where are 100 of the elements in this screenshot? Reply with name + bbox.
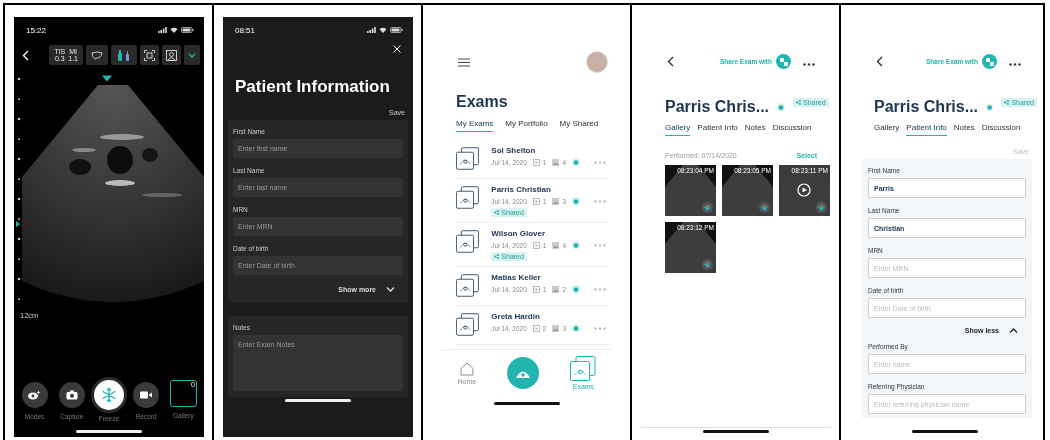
tab[interactable]: My Portfolio bbox=[505, 117, 548, 132]
more-icon bbox=[594, 288, 606, 291]
share-icon bbox=[796, 100, 802, 105]
exam-icon bbox=[456, 273, 480, 298]
status-icon bbox=[572, 197, 580, 205]
more-icon bbox=[594, 200, 606, 203]
tab[interactable]: Notes bbox=[744, 121, 766, 136]
status-icon bbox=[986, 103, 994, 111]
freeze-button[interactable] bbox=[93, 380, 124, 410]
probe-badge-icon bbox=[702, 202, 713, 213]
close-button[interactable] bbox=[391, 43, 403, 55]
image-icon bbox=[552, 158, 560, 166]
menu-button[interactable] bbox=[456, 55, 472, 69]
people-icon bbox=[985, 57, 994, 66]
more-icon bbox=[594, 327, 606, 330]
video-camera-icon bbox=[140, 391, 153, 399]
share-icon bbox=[494, 210, 500, 215]
house-icon bbox=[459, 361, 474, 376]
camera-icon bbox=[65, 390, 78, 400]
status-icon bbox=[572, 158, 580, 166]
status-icon bbox=[572, 241, 580, 249]
person-icon bbox=[166, 49, 177, 61]
share-icon bbox=[494, 254, 500, 259]
image-icon bbox=[552, 324, 560, 332]
patient-button[interactable] bbox=[162, 45, 181, 65]
image-icon bbox=[552, 285, 560, 293]
chevron-down-icon bbox=[188, 52, 196, 58]
exam-icon bbox=[456, 185, 480, 210]
more-icon bbox=[803, 63, 815, 66]
avatar bbox=[586, 51, 608, 73]
exam-icon bbox=[456, 229, 480, 254]
exam-title: Parris Chris... bbox=[665, 98, 770, 116]
exams-icon bbox=[570, 356, 597, 381]
modes-icon bbox=[28, 390, 42, 400]
probes-icon bbox=[116, 49, 132, 61]
exam-name[interactable]: Wilson Glover bbox=[491, 229, 580, 238]
clip-icon bbox=[532, 241, 540, 249]
tab[interactable]: Discussion bbox=[981, 121, 1021, 136]
status-icon bbox=[572, 285, 580, 293]
home-indicator bbox=[494, 402, 560, 405]
probe-badge-icon bbox=[702, 259, 713, 270]
clip-icon bbox=[532, 285, 540, 293]
battery-icon bbox=[181, 27, 194, 33]
probe-button[interactable] bbox=[111, 45, 137, 65]
signal-icon bbox=[367, 27, 376, 33]
tab[interactable]: Patient Info bbox=[697, 121, 738, 136]
chevron-left-icon bbox=[22, 49, 29, 61]
more-icon bbox=[1009, 63, 1021, 66]
back-button[interactable] bbox=[665, 54, 676, 69]
signal-icon bbox=[158, 27, 167, 33]
capture-button[interactable] bbox=[58, 382, 85, 408]
clip-icon bbox=[532, 158, 540, 166]
chevron-down-icon bbox=[386, 287, 395, 292]
exam-icon bbox=[456, 312, 480, 337]
tab[interactable]: My Exams bbox=[456, 117, 494, 132]
tab[interactable]: Gallery bbox=[874, 121, 900, 136]
home-indicator bbox=[285, 399, 351, 402]
exam-name[interactable]: Matias Keller bbox=[491, 273, 580, 282]
chevron-left-icon bbox=[876, 56, 883, 67]
battery-icon bbox=[390, 27, 403, 33]
status-time: 15:22 bbox=[26, 25, 47, 35]
tab[interactable]: Gallery bbox=[665, 121, 691, 136]
image-icon bbox=[552, 197, 560, 205]
exam-name[interactable]: Sol Shelton bbox=[491, 146, 580, 155]
back-button[interactable] bbox=[874, 54, 885, 69]
exam-name[interactable]: Parris Christian bbox=[491, 185, 580, 194]
wifi-icon bbox=[379, 27, 387, 33]
play-icon bbox=[797, 183, 811, 197]
frame-icon bbox=[144, 49, 155, 61]
chevron-left-icon bbox=[667, 56, 674, 67]
wifi-icon bbox=[170, 27, 178, 33]
snowflake-icon bbox=[100, 387, 117, 403]
clip-icon bbox=[532, 324, 540, 332]
people-icon bbox=[779, 57, 788, 66]
probe-badge-icon bbox=[759, 202, 770, 213]
scan-frame-button[interactable] bbox=[140, 45, 159, 65]
page-title: Patient Information bbox=[235, 77, 391, 97]
probe-badge-icon bbox=[816, 202, 827, 213]
modes-button[interactable] bbox=[21, 382, 48, 408]
organ-icon bbox=[91, 50, 103, 60]
close-icon bbox=[393, 45, 401, 53]
page-title: Exams bbox=[456, 93, 509, 111]
menu-icon bbox=[458, 57, 470, 67]
tab[interactable]: Discussion bbox=[772, 121, 812, 136]
more-icon bbox=[594, 244, 606, 247]
status-icon bbox=[777, 103, 786, 111]
exam-icon bbox=[456, 146, 480, 171]
share-icon bbox=[1004, 100, 1010, 105]
probe-orientation-icon bbox=[102, 75, 112, 82]
chevron-up-icon bbox=[1009, 328, 1018, 333]
home-indicator bbox=[912, 430, 978, 433]
image-icon bbox=[552, 241, 560, 249]
status-icon bbox=[572, 324, 580, 332]
record-button[interactable] bbox=[133, 382, 160, 408]
tab[interactable]: My Shared bbox=[559, 117, 599, 132]
tab[interactable]: Patient Info bbox=[906, 121, 947, 136]
more-icon bbox=[594, 161, 606, 164]
organ-preset-button[interactable] bbox=[86, 45, 108, 65]
exam-name[interactable]: Greta Hardin bbox=[491, 312, 580, 321]
tab[interactable]: Notes bbox=[953, 121, 975, 136]
